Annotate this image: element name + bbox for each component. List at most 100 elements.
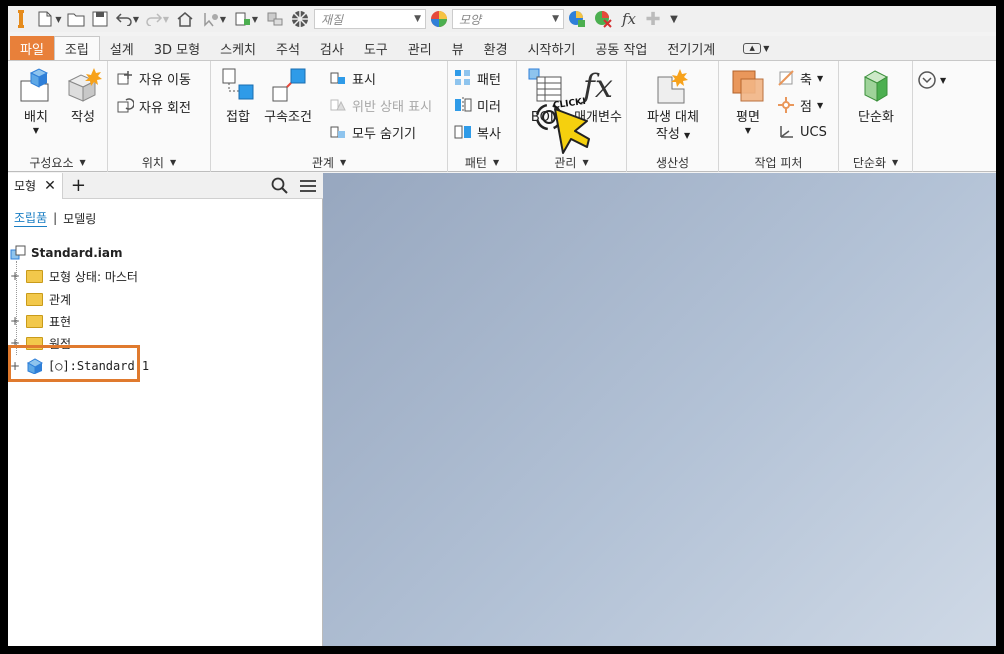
highlight-box <box>8 345 140 382</box>
panel-pattern-footer[interactable]: 패턴 ▼ <box>448 152 516 172</box>
panel-component-footer[interactable]: 구성요소 ▼ <box>8 152 107 172</box>
tab-assemble[interactable]: 조립 <box>53 36 100 60</box>
panel-pattern: 패턴 미러 복사 패턴 ▼ <box>448 61 517 172</box>
add-tab-icon[interactable]: + <box>71 175 86 196</box>
select-mode-icon[interactable]: ▼ <box>198 8 230 30</box>
appearance-ball-icon[interactable] <box>288 8 312 30</box>
expand-icon[interactable]: + <box>10 269 20 283</box>
redo-icon[interactable]: ▼ <box>142 8 172 30</box>
panel-position-footer[interactable]: 위치 ▼ <box>108 152 210 172</box>
panel-relationships-title: 관계 <box>311 155 334 170</box>
tab-file[interactable]: 파일 <box>10 36 54 60</box>
tab-3d-model[interactable]: 3D 모형 <box>144 36 210 60</box>
show-button[interactable]: 표시 <box>329 67 376 89</box>
inventor-logo-icon[interactable] <box>8 8 34 30</box>
measure-icon[interactable] <box>262 8 288 30</box>
plane-icon <box>729 67 767 105</box>
plane-button[interactable]: 평면 ▼ <box>723 67 773 135</box>
update-icon[interactable]: ▼ <box>230 8 262 30</box>
appearance-select[interactable]: 모양 ▼ <box>452 9 564 29</box>
place-label: 배치 <box>24 110 48 125</box>
tab-get-started[interactable]: 시작하기 <box>518 36 586 60</box>
tree-root[interactable]: Standard.iam <box>10 243 123 263</box>
joint-button[interactable]: 접합 <box>213 67 263 126</box>
chevron-down-icon: ▼ <box>169 157 177 167</box>
tree-node-label: 표현 <box>49 314 72 329</box>
tab-design[interactable]: 설계 <box>100 36 144 60</box>
copy-icon <box>454 123 472 141</box>
tab-electromechanical[interactable]: 전기기계 <box>657 36 725 60</box>
view-modeling-link[interactable]: 모델링 <box>63 210 96 227</box>
parameters-button[interactable]: fx 매개변수 <box>571 67 625 126</box>
copy-button[interactable]: 복사 <box>454 121 501 143</box>
close-icon[interactable]: ✕ <box>44 178 56 194</box>
customize-dropdown-icon[interactable]: ▼ <box>664 8 684 30</box>
tab-annotate[interactable]: 주석 <box>266 36 310 60</box>
free-move-button[interactable]: 자유 이동 <box>116 67 191 89</box>
parameters-fx-icon[interactable]: fx <box>616 8 642 30</box>
mirror-button[interactable]: 미러 <box>454 94 501 116</box>
browser-tab-label: 모형 <box>14 179 37 193</box>
plus-icon[interactable]: ✚ <box>642 8 664 30</box>
ribbon-minimize-button[interactable]: ▲ ▼ <box>733 36 779 60</box>
copy-label: 복사 <box>477 126 501 142</box>
simplify-button[interactable]: 단순화 <box>849 67 903 126</box>
point-button[interactable]: 점 ▼ <box>777 94 823 116</box>
view-assembly-link[interactable]: 조립품 <box>14 209 48 227</box>
folder-icon <box>26 292 43 306</box>
home-icon[interactable] <box>172 8 198 30</box>
save-icon[interactable] <box>88 8 112 30</box>
material-select[interactable]: 재질 ▼ <box>314 9 426 29</box>
expand-icon[interactable]: + <box>10 314 20 328</box>
pattern-button[interactable]: 패턴 <box>454 67 501 89</box>
panel-work-features: 평면 ▼ 축 ▼ 점 ▼ UCS 작업 피처 <box>719 61 839 172</box>
bom-button[interactable]: BOM <box>521 67 571 126</box>
panel-relationships-footer[interactable]: 관계 ▼ <box>211 152 447 172</box>
bom-table-icon <box>527 67 565 105</box>
tab-tools[interactable]: 도구 <box>354 36 398 60</box>
adjust-appearance-icon[interactable] <box>564 8 590 30</box>
warning-icon <box>329 96 347 114</box>
hide-all-button[interactable]: 모두 숨기기 <box>329 121 416 143</box>
panel-manage-footer[interactable]: 관리 ▼ <box>517 152 626 172</box>
tab-sketch[interactable]: 스케치 <box>210 36 266 60</box>
derived-substitute-line2: 작성 <box>655 127 680 142</box>
color-wheel-icon[interactable] <box>426 8 452 30</box>
tab-manage[interactable]: 관리 <box>398 36 442 60</box>
panel-simplification-footer[interactable]: 단순화 ▼ <box>839 152 912 172</box>
joint-icon <box>219 67 257 105</box>
clear-appearance-icon[interactable] <box>590 8 616 30</box>
new-file-icon[interactable]: ▼ <box>34 8 64 30</box>
graphics-viewport[interactable] <box>323 173 996 646</box>
free-rotate-button[interactable]: 자유 회전 <box>116 95 191 117</box>
show-sick-button[interactable]: 위반 상태 표시 <box>329 94 432 116</box>
tab-environments[interactable]: 환경 <box>474 36 518 60</box>
constrain-button[interactable]: 구속조건 <box>263 67 313 126</box>
tree-node-label: 관계 <box>49 292 72 307</box>
tree-node-representations[interactable]: + 표현 <box>10 311 71 331</box>
search-icon[interactable] <box>271 177 289 195</box>
quick-access-toolbar: ▼ ▼ ▼ ▼ ▼ 재질 ▼ 모양 ▼ fx ✚ ▼ <box>8 6 996 32</box>
ribbon-options-button[interactable]: ▼ <box>918 71 946 89</box>
panel-component-title: 구성요소 <box>29 155 74 170</box>
derived-substitute-button[interactable]: 파생 대체 작성 ▼ <box>641 67 705 144</box>
place-button[interactable]: 배치 ▼ <box>11 67 61 135</box>
menu-icon[interactable] <box>299 178 317 194</box>
create-button[interactable]: 작성 <box>58 67 108 126</box>
undo-icon[interactable]: ▼ <box>112 8 142 30</box>
panel-relationships: 접합 구속조건 표시 위반 상태 표시 모두 숨기기 관계 ▼ <box>211 61 448 172</box>
panel-simplification: 단순화 단순화 ▼ <box>839 61 913 172</box>
panel-position-title: 위치 <box>141 155 164 170</box>
tree-node-model-state[interactable]: + 모형 상태: 마스터 <box>10 266 138 286</box>
tab-collaborate[interactable]: 공동 작업 <box>585 36 657 60</box>
tab-view[interactable]: 뷰 <box>442 36 474 60</box>
browser-view-switch: 조립품 | 모델링 <box>14 209 97 227</box>
browser-tab[interactable]: 모형 ✕ <box>8 172 63 199</box>
ribbon-tabs: 파일 조립 설계 3D 모형 스케치 주석 검사 도구 관리 뷰 환경 시작하기… <box>8 36 996 60</box>
axis-button[interactable]: 축 ▼ <box>777 67 823 89</box>
tree-node-relationships[interactable]: 관계 <box>10 289 71 309</box>
tab-inspect[interactable]: 검사 <box>310 36 354 60</box>
open-folder-icon[interactable] <box>64 8 88 30</box>
hide-all-icon <box>329 123 347 141</box>
ucs-button[interactable]: UCS <box>777 121 827 143</box>
